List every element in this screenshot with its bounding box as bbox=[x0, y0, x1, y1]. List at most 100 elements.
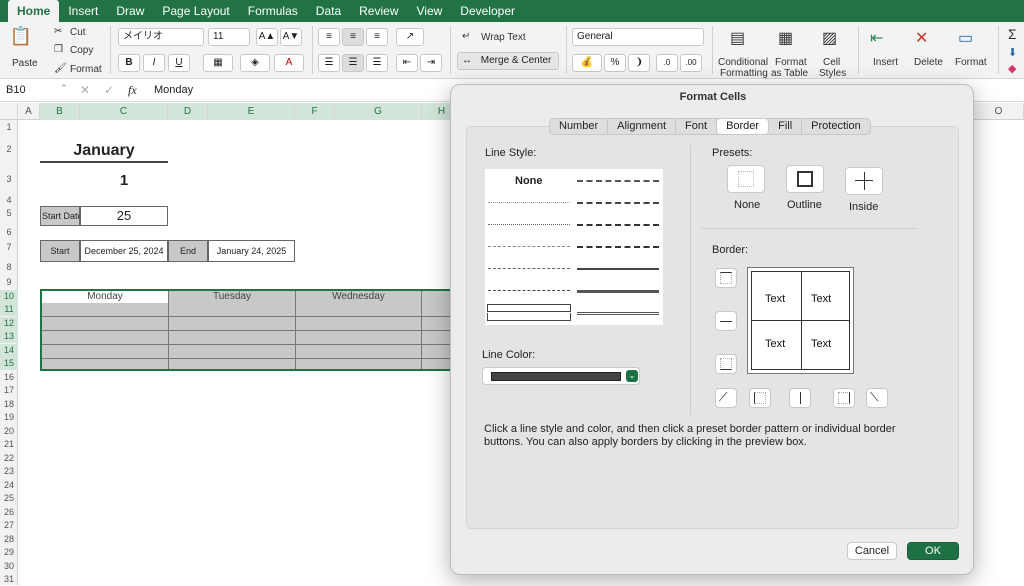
row-header-12[interactable]: 12 bbox=[0, 317, 18, 330]
tab-insert[interactable]: Insert bbox=[59, 0, 107, 22]
align-right-icon[interactable]: ☰ bbox=[366, 54, 388, 72]
end-label[interactable]: End bbox=[168, 240, 208, 262]
line-style-thin-selected[interactable] bbox=[487, 304, 571, 312]
tab-fill[interactable]: Fill bbox=[769, 119, 803, 134]
row-header-17[interactable]: 17 bbox=[0, 384, 18, 397]
month-title[interactable]: January bbox=[40, 142, 168, 163]
row-header-4[interactable]: 4 bbox=[0, 194, 18, 207]
preset-inside-button[interactable] bbox=[845, 167, 883, 195]
tab-font[interactable]: Font bbox=[676, 119, 718, 134]
tab-alignment[interactable]: Alignment bbox=[608, 119, 677, 134]
border-right-button[interactable] bbox=[833, 388, 855, 408]
line-style-dash-dot[interactable] bbox=[488, 268, 570, 269]
column-header-c[interactable]: C bbox=[80, 103, 168, 120]
fill-color-icon[interactable]: ◈ bbox=[240, 54, 270, 72]
italic-icon[interactable]: I bbox=[143, 54, 165, 72]
wrap-text-button[interactable]: Wrap Text bbox=[481, 32, 526, 43]
border-center-button[interactable] bbox=[789, 388, 811, 408]
paste-icon[interactable]: 📋 bbox=[8, 27, 34, 54]
start-date-label[interactable]: Start Date bbox=[40, 206, 80, 226]
formula-input[interactable]: Monday bbox=[154, 84, 193, 96]
end-value[interactable]: January 24, 2025 bbox=[208, 240, 295, 262]
format-cells-button[interactable]: Format bbox=[955, 57, 987, 68]
row-header-2[interactable]: 2 bbox=[0, 143, 18, 156]
insert-cells-button[interactable]: Insert bbox=[873, 57, 898, 68]
row-header-24[interactable]: 24 bbox=[0, 479, 18, 492]
conditional-formatting-label-2[interactable]: Formatting bbox=[720, 68, 768, 79]
align-center-icon[interactable]: ☰ bbox=[342, 54, 364, 72]
border-top-button[interactable] bbox=[715, 268, 737, 288]
comma-icon[interactable]: ❩ bbox=[628, 54, 650, 72]
column-header-o[interactable]: O bbox=[974, 103, 1024, 120]
tab-formulas[interactable]: Formulas bbox=[239, 0, 307, 22]
font-name-select[interactable]: メイリオ bbox=[118, 28, 204, 46]
row-header-3[interactable]: 3 bbox=[0, 173, 18, 186]
start-date-value[interactable]: 25 bbox=[80, 206, 168, 226]
row-header-18[interactable]: 18 bbox=[0, 398, 18, 411]
tab-border[interactable]: Border bbox=[717, 119, 770, 134]
row-header-8[interactable]: 8 bbox=[0, 261, 18, 274]
cell-styles-label-2[interactable]: Styles bbox=[819, 68, 846, 79]
day-header-tuesday[interactable]: Tuesday bbox=[168, 291, 295, 303]
bold-icon[interactable]: B bbox=[118, 54, 140, 72]
align-bottom-icon[interactable]: ≡ bbox=[366, 28, 388, 46]
column-header-a[interactable]: A bbox=[18, 103, 40, 120]
day-header-monday[interactable]: Monday bbox=[42, 291, 168, 303]
row-header-28[interactable]: 28 bbox=[0, 533, 18, 546]
format-painter-button[interactable]: Format bbox=[70, 64, 102, 75]
orientation-icon[interactable]: ↗ bbox=[396, 28, 424, 46]
cancel-entry-icon[interactable]: ✕ bbox=[80, 83, 90, 97]
preset-none-button[interactable] bbox=[727, 165, 765, 193]
start-value[interactable]: December 25, 2024 bbox=[80, 240, 168, 262]
increase-font-icon[interactable]: A▲ bbox=[256, 28, 278, 46]
underline-icon[interactable]: U bbox=[168, 54, 190, 72]
format-table-icon[interactable]: ▦ bbox=[778, 28, 793, 48]
row-header-5[interactable]: 5 bbox=[0, 207, 18, 220]
row-header-31[interactable]: 31 bbox=[0, 573, 18, 586]
cancel-button[interactable]: Cancel bbox=[847, 542, 897, 560]
column-header-b[interactable]: B bbox=[40, 103, 80, 120]
row-header-16[interactable]: 16 bbox=[0, 371, 18, 384]
cell-styles-icon[interactable]: ▨ bbox=[822, 28, 837, 48]
name-box[interactable]: B10 bbox=[6, 84, 26, 96]
row-header-10[interactable]: 10 bbox=[0, 290, 18, 303]
merge-center-button[interactable]: ↔ Merge & Center bbox=[457, 52, 559, 70]
function-icon[interactable]: fx bbox=[128, 83, 137, 98]
row-header-20[interactable]: 20 bbox=[0, 425, 18, 438]
row-header-21[interactable]: 21 bbox=[0, 438, 18, 451]
name-box-dropdown-icon[interactable]: ⌃ bbox=[60, 83, 68, 94]
row-header-29[interactable]: 29 bbox=[0, 546, 18, 559]
ok-button[interactable]: OK bbox=[907, 542, 959, 560]
line-style-medium-dash-dot[interactable] bbox=[577, 224, 659, 226]
copy-button[interactable]: Copy bbox=[70, 45, 93, 56]
line-style-thick[interactable] bbox=[577, 290, 659, 293]
fill-down-icon[interactable]: ⬇ bbox=[1008, 46, 1017, 59]
tab-review[interactable]: Review bbox=[350, 0, 407, 22]
column-header-g[interactable]: G bbox=[335, 103, 422, 120]
month-number[interactable]: 1 bbox=[40, 172, 208, 189]
border-preview[interactable]: Text Text Text Text bbox=[747, 267, 854, 374]
paste-button[interactable]: Paste bbox=[12, 58, 38, 69]
format-table-label-1[interactable]: Format bbox=[775, 57, 807, 68]
start-label[interactable]: Start bbox=[40, 240, 80, 262]
line-style-dash-dot-dot[interactable] bbox=[488, 246, 570, 247]
conditional-formatting-label-1[interactable]: Conditional bbox=[718, 57, 768, 68]
row-header-15[interactable]: 15 bbox=[0, 357, 18, 370]
row-header-22[interactable]: 22 bbox=[0, 452, 18, 465]
font-size-select[interactable]: 11 bbox=[208, 28, 250, 46]
align-top-icon[interactable]: ≡ bbox=[318, 28, 340, 46]
confirm-entry-icon[interactable]: ✓ bbox=[104, 83, 114, 97]
column-header-f[interactable]: F bbox=[295, 103, 335, 120]
border-diagonal-up-button[interactable]: ⟋ bbox=[715, 388, 737, 408]
row-header-1[interactable]: 1 bbox=[0, 121, 18, 134]
row-header-23[interactable]: 23 bbox=[0, 465, 18, 478]
align-left-icon[interactable]: ☰ bbox=[318, 54, 340, 72]
line-style-medium[interactable] bbox=[577, 268, 659, 270]
border-middle-button[interactable] bbox=[715, 311, 737, 331]
delete-cells-button[interactable]: Delete bbox=[914, 57, 943, 68]
line-color-dropdown-icon[interactable]: ⌄ bbox=[626, 370, 638, 382]
decrease-decimal-icon[interactable]: .00 bbox=[680, 54, 702, 72]
border-diagonal-down-button[interactable]: ⟍ bbox=[866, 388, 888, 408]
row-header-27[interactable]: 27 bbox=[0, 519, 18, 532]
font-color-icon[interactable]: A bbox=[274, 54, 304, 72]
